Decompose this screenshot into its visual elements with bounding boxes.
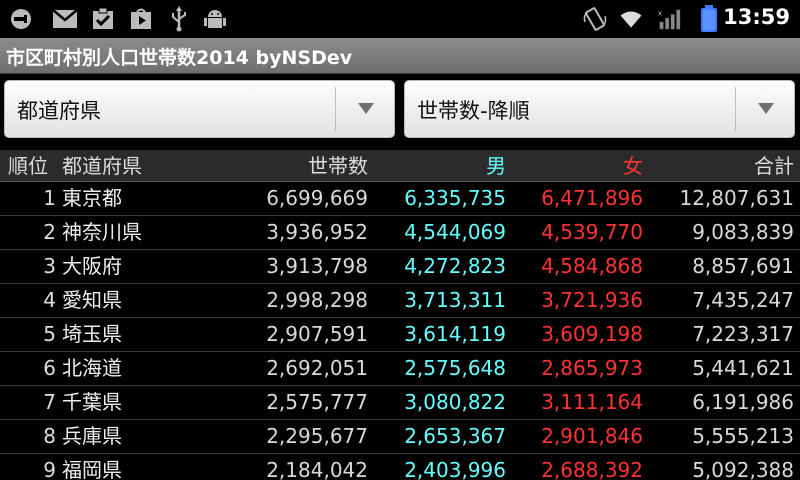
population-table: 1 東京都 6,699,669 6,335,735 6,471,896 12,8… xyxy=(0,182,800,480)
filter-bar: 都道府県 世帯数-降順 xyxy=(0,74,800,150)
row-prefecture: 神奈川県 xyxy=(62,220,142,244)
row-male: 2,403,996 xyxy=(404,458,506,480)
row-male: 6,335,735 xyxy=(404,186,506,210)
row-female: 3,609,198 xyxy=(541,322,643,346)
sort-spinner-value: 世帯数-降順 xyxy=(417,99,530,123)
table-row[interactable]: 3 大阪府 3,913,798 4,272,823 4,584,868 8,85… xyxy=(0,250,800,284)
clock: 13:59 xyxy=(723,5,790,29)
row-rank: 3 xyxy=(43,254,56,278)
row-total: 7,435,247 xyxy=(692,288,794,312)
row-households: 3,936,952 xyxy=(266,220,368,244)
row-female: 3,111,164 xyxy=(541,390,643,414)
header-rank[interactable]: 順位 xyxy=(8,150,48,182)
table-row[interactable]: 7 千葉県 2,575,777 3,080,822 3,111,164 6,19… xyxy=(0,386,800,420)
row-female: 4,584,868 xyxy=(541,254,643,278)
row-total: 5,555,213 xyxy=(692,424,794,448)
table-row[interactable]: 8 兵庫県 2,295,677 2,653,367 2,901,846 5,55… xyxy=(0,420,800,454)
row-households: 6,699,669 xyxy=(266,186,368,210)
table-row[interactable]: 9 福岡県 2,184,042 2,403,996 2,688,392 5,09… xyxy=(0,454,800,480)
row-female: 2,901,846 xyxy=(541,424,643,448)
row-prefecture: 大阪府 xyxy=(62,254,122,278)
header-prefecture[interactable]: 都道府県 xyxy=(62,150,212,182)
row-female: 6,471,896 xyxy=(541,186,643,210)
gmail-icon xyxy=(52,6,78,32)
row-households: 2,575,777 xyxy=(266,390,368,414)
row-rank: 5 xyxy=(43,322,56,346)
row-rank: 1 xyxy=(43,186,56,210)
spinner-divider xyxy=(335,87,336,131)
table-row[interactable]: 6 北海道 2,692,051 2,575,648 2,865,973 5,44… xyxy=(0,352,800,386)
task-check-icon xyxy=(90,6,116,32)
row-male: 2,575,648 xyxy=(404,356,506,380)
row-female: 2,688,392 xyxy=(541,458,643,480)
signal-icon: x xyxy=(656,6,682,32)
dropdown-arrow-icon xyxy=(758,103,774,114)
region-spinner[interactable]: 都道府県 xyxy=(4,80,395,138)
row-households: 2,907,591 xyxy=(266,322,368,346)
row-total: 12,807,631 xyxy=(679,186,794,210)
row-prefecture: 埼玉県 xyxy=(62,322,122,346)
row-prefecture: 千葉県 xyxy=(62,390,122,414)
row-rank: 6 xyxy=(43,356,56,380)
header-households[interactable]: 世帯数 xyxy=(220,150,368,182)
battery-icon xyxy=(696,5,722,32)
android-icon xyxy=(202,6,228,32)
row-rank: 9 xyxy=(43,458,56,480)
row-male: 3,713,311 xyxy=(404,288,506,312)
wifi-icon xyxy=(618,6,644,32)
row-prefecture: 北海道 xyxy=(62,356,122,380)
table-row[interactable]: 4 愛知県 2,998,298 3,713,311 3,721,936 7,43… xyxy=(0,284,800,318)
row-prefecture: 兵庫県 xyxy=(62,424,122,448)
row-prefecture: 愛知県 xyxy=(62,288,122,312)
row-households: 2,692,051 xyxy=(266,356,368,380)
row-female: 2,865,973 xyxy=(541,356,643,380)
table-row[interactable]: 1 東京都 6,699,669 6,335,735 6,471,896 12,8… xyxy=(0,182,800,216)
row-households: 2,184,042 xyxy=(266,458,368,480)
row-male: 4,272,823 xyxy=(404,254,506,278)
row-male: 3,080,822 xyxy=(404,390,506,414)
play-store-icon xyxy=(128,6,154,32)
row-rank: 7 xyxy=(43,390,56,414)
sort-spinner[interactable]: 世帯数-降順 xyxy=(404,80,795,138)
row-total: 6,191,986 xyxy=(692,390,794,414)
row-rank: 8 xyxy=(43,424,56,448)
header-female[interactable]: 女 xyxy=(510,150,643,182)
region-spinner-value: 都道府県 xyxy=(17,99,101,123)
table-row[interactable]: 2 神奈川県 3,936,952 4,544,069 4,539,770 9,0… xyxy=(0,216,800,250)
dropdown-arrow-icon xyxy=(358,103,374,114)
usb-debug-icon xyxy=(8,6,34,32)
row-total: 5,092,388 xyxy=(692,458,794,480)
row-households: 2,998,298 xyxy=(266,288,368,312)
row-female: 4,539,770 xyxy=(541,220,643,244)
row-total: 5,441,621 xyxy=(692,356,794,380)
header-total[interactable]: 合計 xyxy=(650,150,794,182)
row-total: 7,223,317 xyxy=(692,322,794,346)
row-female: 3,721,936 xyxy=(541,288,643,312)
spinner-divider xyxy=(735,87,736,131)
row-prefecture: 福岡県 xyxy=(62,458,122,480)
status-bar: x 13:59 xyxy=(0,0,800,38)
app-title: 市区町村別人口世帯数2014 byNSDev xyxy=(6,47,353,69)
row-households: 3,913,798 xyxy=(266,254,368,278)
usb-icon xyxy=(166,6,192,32)
row-households: 2,295,677 xyxy=(266,424,368,448)
svg-text:x: x xyxy=(658,8,663,17)
row-rank: 4 xyxy=(43,288,56,312)
row-rank: 2 xyxy=(43,220,56,244)
row-prefecture: 東京都 xyxy=(62,186,122,210)
header-male[interactable]: 男 xyxy=(370,150,506,182)
row-male: 3,614,119 xyxy=(404,322,506,346)
app-title-bar: 市区町村別人口世帯数2014 byNSDev xyxy=(0,38,800,74)
table-header: 順位 都道府県 世帯数 男 女 合計 xyxy=(0,150,800,182)
rotation-icon xyxy=(582,6,608,32)
row-total: 9,083,839 xyxy=(692,220,794,244)
row-male: 2,653,367 xyxy=(404,424,506,448)
table-row[interactable]: 5 埼玉県 2,907,591 3,614,119 3,609,198 7,22… xyxy=(0,318,800,352)
row-male: 4,544,069 xyxy=(404,220,506,244)
row-total: 8,857,691 xyxy=(692,254,794,278)
